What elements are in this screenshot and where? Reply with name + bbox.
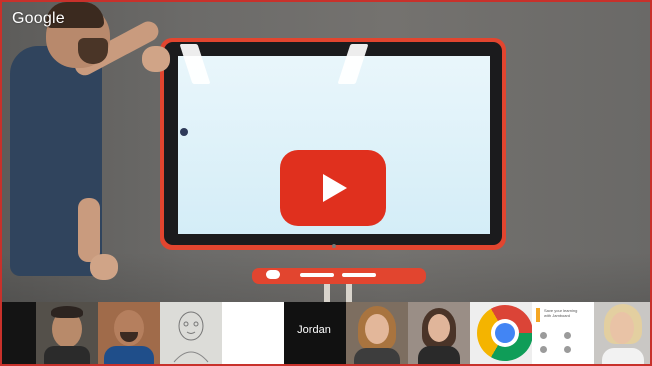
participant-tile[interactable] xyxy=(408,302,470,364)
participant-shirt xyxy=(44,346,90,364)
participant-tile-jordan[interactable]: Jordan xyxy=(284,302,346,364)
participant-name: Jordan xyxy=(297,324,331,336)
slide-avatar xyxy=(540,346,547,353)
screen-toolbar-dot xyxy=(180,128,188,136)
presenter-hand xyxy=(90,254,118,280)
slide-avatar xyxy=(564,346,571,353)
participant-hair xyxy=(51,306,83,318)
participant-shirt xyxy=(104,346,154,364)
participant-face xyxy=(428,314,450,342)
participant-tile[interactable] xyxy=(98,302,160,364)
participant-tile[interactable] xyxy=(594,302,650,364)
stand-leg xyxy=(324,284,330,304)
board-eraser xyxy=(266,270,280,279)
slide-title-line: with Jamboard xyxy=(544,313,571,318)
tray-stylus xyxy=(342,273,376,277)
participant-tile[interactable] xyxy=(222,302,284,364)
participant-face xyxy=(365,314,389,344)
slide-avatar xyxy=(564,332,571,339)
participant-tile[interactable] xyxy=(160,302,222,364)
slide-accent xyxy=(536,308,540,322)
participant-tile-chrome[interactable] xyxy=(470,302,532,364)
participant-tile[interactable] xyxy=(36,302,98,364)
presenter-beard xyxy=(78,38,108,64)
participant-shirt xyxy=(602,348,644,364)
participant-face xyxy=(610,312,634,344)
play-icon xyxy=(323,174,347,202)
participant-tile[interactable] xyxy=(346,302,408,364)
google-logo: Google xyxy=(12,10,65,27)
participant-tile-slide[interactable]: Save your learning with Jamboard xyxy=(532,302,594,364)
video-frame[interactable]: Google Jordan Save your learning with Ja… xyxy=(0,0,652,366)
participant-shirt xyxy=(418,346,460,364)
presenter-hand xyxy=(142,46,170,72)
tray-stylus xyxy=(300,273,334,277)
chrome-icon-center xyxy=(495,323,515,343)
participant-shirt xyxy=(354,348,400,364)
participant-tile[interactable] xyxy=(2,302,36,364)
slide-avatar xyxy=(540,332,547,339)
presenter-arm xyxy=(78,198,100,262)
board-camera xyxy=(332,244,336,248)
participant-sketch-icon xyxy=(173,311,209,363)
play-button[interactable] xyxy=(280,150,386,226)
stand-leg xyxy=(346,284,352,304)
